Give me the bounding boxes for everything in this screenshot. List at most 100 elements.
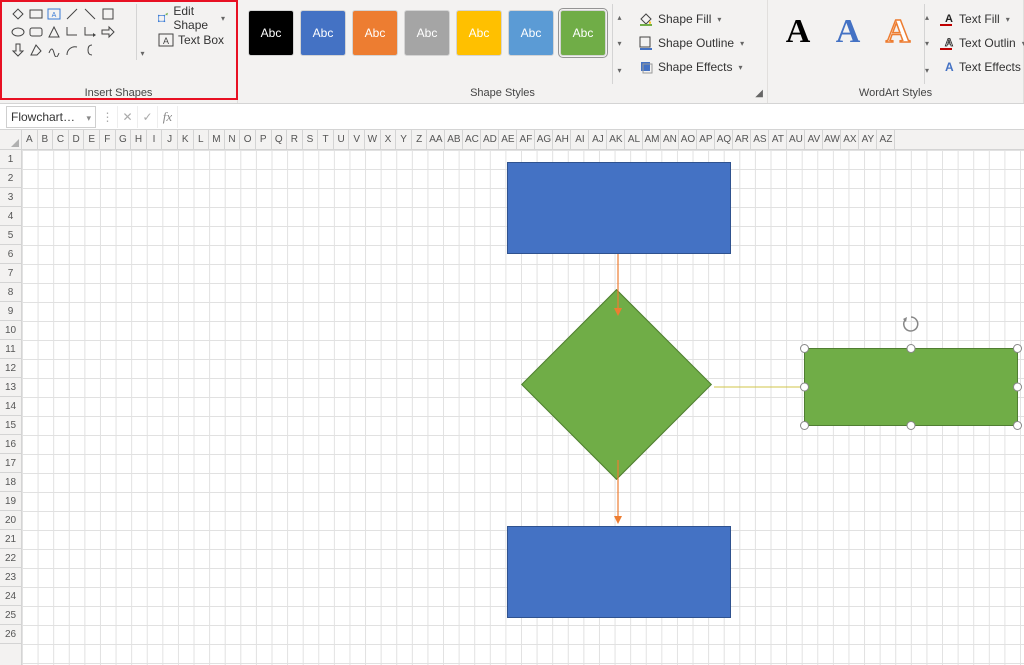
column-header[interactable]: G xyxy=(116,130,132,149)
shape-style-swatch[interactable]: Abc xyxy=(404,10,450,56)
column-header[interactable]: AL xyxy=(625,130,643,149)
column-header[interactable]: X xyxy=(381,130,397,149)
wordart-more[interactable] xyxy=(924,4,929,84)
row-header[interactable]: 20 xyxy=(0,511,21,530)
column-header[interactable]: Y xyxy=(396,130,412,149)
shape-elbow-arrow-icon[interactable] xyxy=(82,24,98,40)
name-box[interactable]: Flowchart… xyxy=(6,106,96,128)
rotate-handle[interactable] xyxy=(902,315,920,333)
shape-style-swatch[interactable]: Abc xyxy=(248,10,294,56)
shape-textbox-icon[interactable]: A xyxy=(46,6,62,22)
shapes-gallery-more[interactable] xyxy=(136,4,148,60)
column-header[interactable]: AN xyxy=(661,130,679,149)
wordart-style-3[interactable]: A xyxy=(878,8,918,56)
row-header[interactable]: 2 xyxy=(0,169,21,188)
resize-handle-e[interactable] xyxy=(1013,383,1022,392)
row-header[interactable]: 11 xyxy=(0,340,21,359)
column-header[interactable]: B xyxy=(38,130,54,149)
column-header[interactable]: AY xyxy=(859,130,877,149)
column-header[interactable]: AW xyxy=(823,130,841,149)
shape-line-icon[interactable] xyxy=(64,6,80,22)
row-header[interactable]: 5 xyxy=(0,226,21,245)
shape-line2-icon[interactable] xyxy=(82,6,98,22)
shape-scribble-icon[interactable] xyxy=(46,42,62,58)
wordart-style-1[interactable]: A xyxy=(778,8,818,56)
column-header[interactable]: Z xyxy=(412,130,428,149)
shape-brace-icon[interactable] xyxy=(82,42,98,58)
column-header[interactable]: H xyxy=(131,130,147,149)
column-header[interactable]: AB xyxy=(445,130,463,149)
shape-rect-icon[interactable] xyxy=(28,6,44,22)
shape-style-swatch[interactable]: Abc xyxy=(300,10,346,56)
row-header[interactable]: 13 xyxy=(0,378,21,397)
row-header[interactable]: 1 xyxy=(0,150,21,169)
column-header[interactable]: F xyxy=(100,130,116,149)
shape-roundrect-icon[interactable] xyxy=(28,24,44,40)
row-header[interactable]: 16 xyxy=(0,435,21,454)
text-outline-dropdown[interactable]: A Text Outlin xyxy=(935,32,1024,54)
row-header[interactable]: 8 xyxy=(0,283,21,302)
row-header[interactable]: 12 xyxy=(0,359,21,378)
shape-square-icon[interactable] xyxy=(100,6,116,22)
shapes-gallery[interactable]: A xyxy=(8,4,136,60)
column-header[interactable]: AP xyxy=(697,130,715,149)
column-header[interactable]: W xyxy=(365,130,381,149)
column-header[interactable]: AK xyxy=(607,130,625,149)
shape-styles-more[interactable] xyxy=(612,4,626,84)
column-header[interactable]: AH xyxy=(553,130,571,149)
column-header[interactable]: D xyxy=(69,130,85,149)
resize-handle-n[interactable] xyxy=(907,344,916,353)
text-box-button[interactable]: A Text Box xyxy=(154,30,229,50)
column-header[interactable]: T xyxy=(318,130,334,149)
shape-styles-gallery[interactable]: AbcAbcAbcAbcAbcAbcAbc xyxy=(246,4,608,62)
row-header[interactable]: 14 xyxy=(0,397,21,416)
column-header[interactable]: AJ xyxy=(589,130,607,149)
column-header[interactable]: U xyxy=(334,130,350,149)
shape-freeform-icon[interactable] xyxy=(28,42,44,58)
column-header[interactable]: S xyxy=(303,130,319,149)
column-header[interactable]: V xyxy=(349,130,365,149)
column-header[interactable]: AX xyxy=(841,130,859,149)
enter-formula-button[interactable]: ✓ xyxy=(138,106,158,128)
resize-handle-w[interactable] xyxy=(800,383,809,392)
column-header[interactable]: K xyxy=(178,130,194,149)
shape-effects-dropdown[interactable]: Shape Effects xyxy=(634,56,748,78)
column-header[interactable]: AT xyxy=(769,130,787,149)
row-header[interactable]: 18 xyxy=(0,473,21,492)
row-header[interactable]: 7 xyxy=(0,264,21,283)
edit-shape-button[interactable]: Edit Shape xyxy=(154,8,229,28)
column-header[interactable]: AF xyxy=(517,130,535,149)
resize-handle-s[interactable] xyxy=(907,421,916,430)
row-header[interactable]: 23 xyxy=(0,568,21,587)
row-header[interactable]: 3 xyxy=(0,188,21,207)
column-header[interactable]: AO xyxy=(679,130,697,149)
shape-diamond-icon[interactable] xyxy=(10,6,26,22)
cells-area[interactable] xyxy=(22,150,1024,665)
column-header[interactable]: AZ xyxy=(877,130,895,149)
row-header[interactable]: 25 xyxy=(0,606,21,625)
column-header[interactable]: J xyxy=(162,130,178,149)
column-header[interactable]: AD xyxy=(481,130,499,149)
cancel-formula-button[interactable]: ✕ xyxy=(118,106,138,128)
shape-style-swatch[interactable]: Abc xyxy=(560,10,606,56)
wordart-gallery[interactable]: A A A xyxy=(776,4,920,60)
column-header[interactable]: AE xyxy=(499,130,517,149)
wordart-style-2[interactable]: A xyxy=(828,8,868,56)
row-header[interactable]: 26 xyxy=(0,625,21,644)
shape-style-swatch[interactable]: Abc xyxy=(508,10,554,56)
shape-blank-icon[interactable] xyxy=(118,6,134,22)
shape-outline-dropdown[interactable]: Shape Outline xyxy=(634,32,748,54)
shape-block-arrow-icon[interactable] xyxy=(100,24,116,40)
column-header[interactable]: A xyxy=(22,130,38,149)
row-header[interactable]: 10 xyxy=(0,321,21,340)
row-header[interactable]: 15 xyxy=(0,416,21,435)
shape-elbow-icon[interactable] xyxy=(64,24,80,40)
row-header[interactable]: 4 xyxy=(0,207,21,226)
text-effects-dropdown[interactable]: A Text Effects xyxy=(935,56,1024,78)
column-header[interactable]: AS xyxy=(751,130,769,149)
shape-down-arrow-icon[interactable] xyxy=(10,42,26,58)
formula-split-icon[interactable]: ⋮ xyxy=(98,106,118,128)
column-header[interactable]: AV xyxy=(805,130,823,149)
resize-handle-ne[interactable] xyxy=(1013,344,1022,353)
column-header[interactable]: E xyxy=(84,130,100,149)
